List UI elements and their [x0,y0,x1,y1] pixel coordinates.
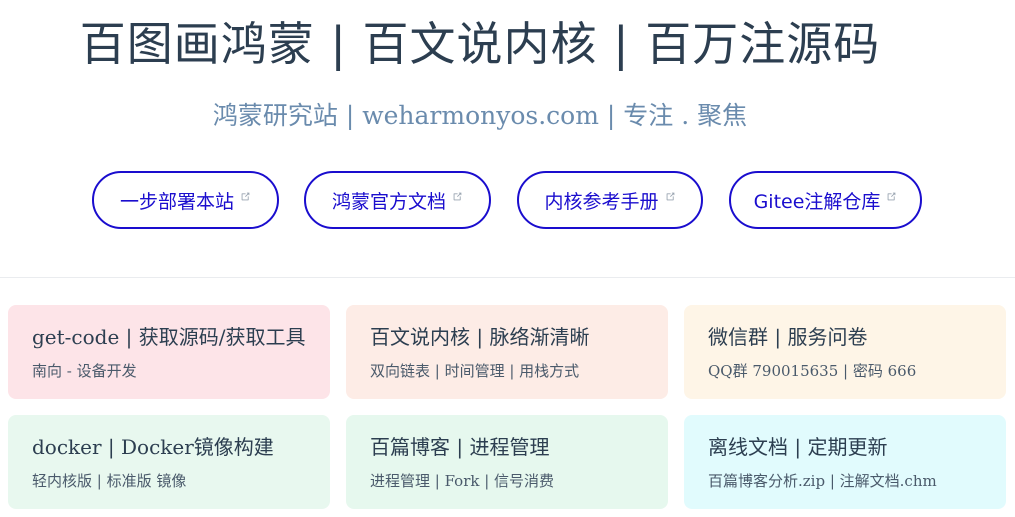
action-buttons: 一步部署本站 鸿蒙官方文档 内核参考手册 Gitee注解仓库 [92,171,1015,229]
action-label: 内核参考手册 [544,190,659,213]
feature-title: 微信群 | 服务问卷 [708,325,868,349]
feature-title: 百篇博客 | 进程管理 [370,435,550,459]
action-label: Gitee注解仓库 [753,190,881,213]
kernel-manual-button[interactable]: 内核参考手册 [517,171,703,229]
feature-card-get-code[interactable]: get-code | 获取源码/获取工具 南向 - 设备开发 [8,305,330,399]
external-link-icon [453,192,462,200]
external-link-icon [241,192,250,200]
feature-details: 进程管理 | Fork | 信号消费 [370,472,555,490]
feature-details: 轻内核版 | 标准版 镜像 [32,472,187,490]
hero-description: 鸿蒙研究站 | weharmonyos.com | 专注 . 聚焦 [212,101,748,130]
feature-details: 南向 - 设备开发 [32,362,137,380]
deploy-site-button[interactable]: 一步部署本站 [92,171,279,229]
gitee-repo-button[interactable]: Gitee注解仓库 [729,171,922,229]
feature-card-offline-docs[interactable]: 离线文档 | 定期更新 百篇博客分析.zip | 注解文档.chm [684,415,1006,509]
external-link-icon [666,192,674,200]
feature-card-docker[interactable]: docker | Docker镜像构建 轻内核版 | 标准版 镜像 [8,415,330,509]
feature-title: docker | Docker镜像构建 [32,435,274,459]
feature-title: 离线文档 | 定期更新 [708,435,888,459]
feature-card-kernel-articles[interactable]: 百文说内核 | 脉络渐清晰 双向链表 | 时间管理 | 用栈方式 [346,305,668,399]
feature-details: 百篇博客分析.zip | 注解文档.chm [708,472,937,490]
action-label: 一步部署本站 [119,190,234,213]
feature-card-blog-process[interactable]: 百篇博客 | 进程管理 进程管理 | Fork | 信号消费 [346,415,668,509]
hero-title: 百图画鸿蒙 | 百文说内核 | 百万注源码 [79,17,881,71]
feature-details: 双向链表 | 时间管理 | 用栈方式 [370,362,580,380]
action-label: 鸿蒙官方文档 [331,190,446,213]
external-link-icon [888,192,896,200]
feature-card-wechat-group[interactable]: 微信群 | 服务问卷 QQ群 790015635 | 密码 666 [684,305,1006,399]
official-docs-button[interactable]: 鸿蒙官方文档 [304,171,491,229]
feature-title: 百文说内核 | 脉络渐清晰 [370,325,590,349]
section-divider [0,277,1015,278]
feature-title: get-code | 获取源码/获取工具 [32,325,306,349]
feature-details: QQ群 790015635 | 密码 666 [708,362,917,380]
